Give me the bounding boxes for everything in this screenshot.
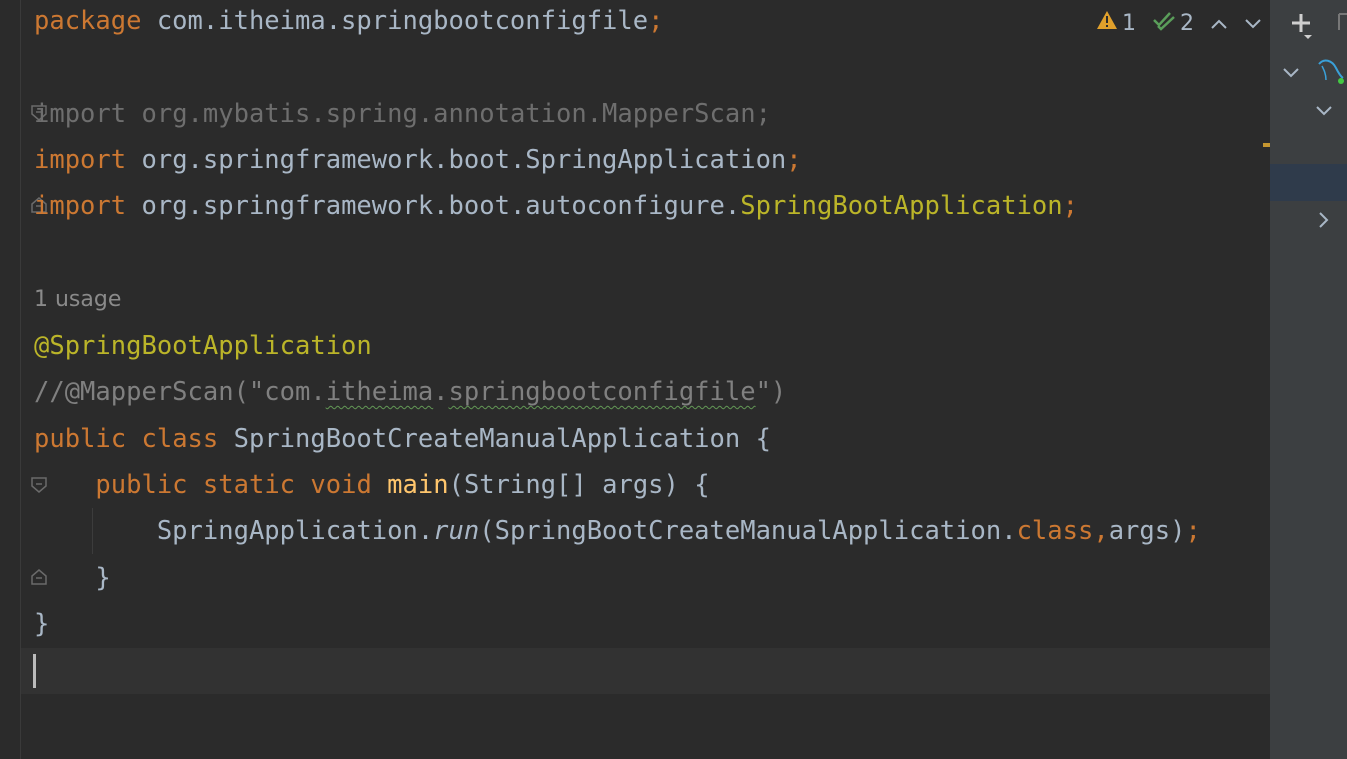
typo-squiggle-package: springbootconfigfile bbox=[448, 377, 756, 407]
close-brace: } bbox=[34, 609, 50, 639]
code-line-run-call[interactable]: SpringApplication.run(SpringBootCreateMa… bbox=[34, 508, 1201, 554]
class-name: SpringBootCreateManualApplication bbox=[233, 424, 741, 454]
usage-inlay-hint[interactable]: 1 usage bbox=[34, 277, 121, 323]
code-line-close-class[interactable]: } bbox=[34, 601, 49, 647]
warnings-indicator[interactable]: 1 bbox=[1096, 10, 1136, 36]
chevron-up-icon[interactable] bbox=[1210, 11, 1228, 36]
code-line-import-mapperscan[interactable]: import org.mybatis.spring.annotation.Map… bbox=[34, 91, 771, 137]
code-line-comment[interactable]: //@MapperScan("com.itheima.springbootcon… bbox=[34, 369, 786, 415]
semicolon: ; bbox=[648, 6, 664, 36]
inspection-widget[interactable]: 1 2 bbox=[1096, 6, 1262, 40]
keyword-import: import bbox=[34, 191, 127, 221]
keyword-class: class bbox=[141, 424, 219, 454]
comment-start: //@MapperScan("com. bbox=[34, 377, 326, 407]
run-method: run bbox=[433, 516, 480, 546]
keyword-import: import bbox=[34, 145, 127, 175]
keyword-public: public bbox=[95, 470, 188, 500]
import-path: org.mybatis.spring.annotation.MapperScan… bbox=[141, 99, 771, 129]
code-line-close-method[interactable]: } bbox=[34, 555, 111, 601]
keyword-import: import bbox=[34, 99, 127, 129]
comment-end: ") bbox=[755, 377, 787, 407]
mysql-dolphin-icon bbox=[1316, 56, 1346, 90]
code-line-main-declaration[interactable]: public static void main(String[] args) { bbox=[34, 462, 710, 508]
window-edge-icon bbox=[1338, 12, 1347, 36]
editor-gutter bbox=[0, 0, 21, 759]
open-brace: { bbox=[755, 424, 771, 454]
keyword-static: static bbox=[202, 470, 296, 500]
import-path: org.springframework.boot.autoconfigure. bbox=[141, 191, 741, 221]
package-name: com.itheima.springbootconfigfile bbox=[156, 6, 649, 36]
code-line-annotation[interactable]: @SpringBootApplication bbox=[34, 323, 372, 369]
run-target: SpringApplication. bbox=[156, 516, 434, 546]
tree-expand-chevron-icon[interactable] bbox=[1282, 64, 1300, 83]
typo-squiggle-itheima: itheima bbox=[325, 377, 434, 407]
semicolon: ; bbox=[786, 145, 802, 175]
run-args: args) bbox=[1108, 516, 1186, 546]
database-tool-window bbox=[1270, 0, 1347, 759]
keyword-void: void bbox=[310, 470, 372, 500]
text-caret bbox=[33, 654, 36, 688]
chevron-down-icon[interactable] bbox=[1244, 11, 1262, 36]
code-line-import-springapplication[interactable]: import org.springframework.boot.SpringAp… bbox=[34, 137, 802, 183]
tree-collapse-chevron-icon[interactable] bbox=[1318, 211, 1330, 233]
tree-expand-chevron-icon[interactable] bbox=[1315, 102, 1333, 121]
scrollbar-warning-marker[interactable] bbox=[1263, 143, 1270, 147]
method-params: (String[] args) { bbox=[448, 470, 710, 500]
current-line-highlight bbox=[21, 648, 1270, 694]
semicolon: ; bbox=[1062, 191, 1078, 221]
comment-dot: . bbox=[433, 377, 449, 407]
keyword-package: package bbox=[34, 6, 142, 36]
close-brace: } bbox=[95, 563, 111, 593]
semicolon: ; bbox=[1185, 516, 1201, 546]
warnings-count: 1 bbox=[1122, 10, 1136, 36]
weak-warnings-count: 2 bbox=[1180, 10, 1194, 36]
weak-warnings-indicator[interactable]: 2 bbox=[1152, 9, 1194, 37]
code-editor[interactable]: package com.itheima.springbootconfigfile… bbox=[21, 0, 1270, 759]
warning-triangle-icon bbox=[1096, 10, 1118, 36]
plus-icon[interactable] bbox=[1290, 12, 1318, 46]
run-arg: (SpringBootCreateManualApplication. bbox=[479, 516, 1017, 546]
code-line-package[interactable]: package com.itheima.springbootconfigfile… bbox=[34, 0, 663, 44]
selected-tree-row[interactable] bbox=[1270, 164, 1347, 201]
method-name: main bbox=[387, 470, 449, 500]
keyword-class-literal: class, bbox=[1016, 516, 1109, 546]
code-line-class-declaration[interactable]: public class SpringBootCreateManualAppli… bbox=[34, 416, 771, 462]
import-path: org.springframework.boot.SpringApplicati… bbox=[141, 145, 787, 175]
double-check-icon bbox=[1152, 9, 1176, 37]
code-line-import-springbootapplication[interactable]: import org.springframework.boot.autoconf… bbox=[34, 183, 1078, 229]
import-class: SpringBootApplication bbox=[740, 191, 1063, 221]
keyword-public: public bbox=[34, 424, 127, 454]
